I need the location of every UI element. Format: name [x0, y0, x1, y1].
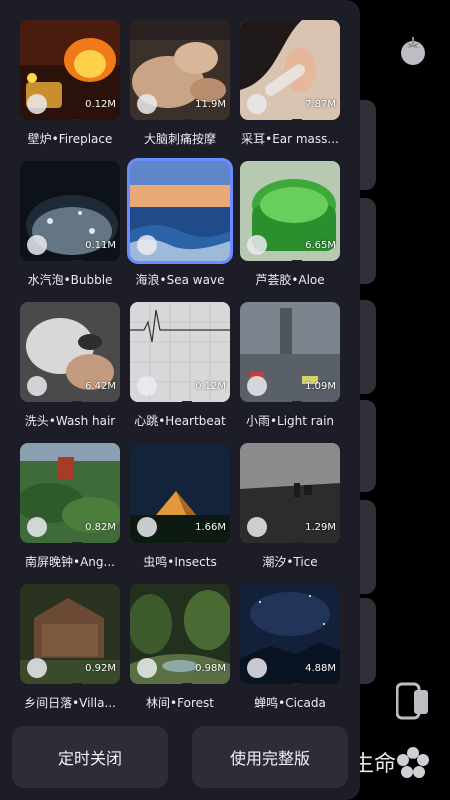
file-size: 1.29M: [305, 522, 336, 533]
file-size: 6.42M: [85, 381, 116, 392]
download-arrow-icon[interactable]: [27, 94, 82, 120]
sound-thumbnail[interactable]: 0.98M: [130, 584, 230, 684]
download-arrow-icon[interactable]: [137, 94, 192, 120]
sound-picker-panel: 0.12M 壁炉•Fireplace 11.9M 大脑刺痛按摩 7.87M 采耳•Ea…: [0, 0, 360, 800]
download-arrow-icon[interactable]: [27, 658, 82, 684]
download-arrow-icon[interactable]: [247, 517, 302, 543]
sound-label: 洗头•Wash hair: [24, 414, 116, 428]
timer-off-button[interactable]: 定时关闭: [12, 726, 168, 788]
file-size: 11.9M: [195, 99, 226, 110]
sound-label: 乡间日落•Villa...: [24, 696, 116, 710]
sound-label: 小雨•Light rain: [245, 414, 335, 428]
sound-thumbnail[interactable]: 1.29M: [240, 443, 340, 543]
file-size: 0.98M: [195, 663, 226, 674]
file-size: 4.88M: [305, 663, 336, 674]
sound-label: 海浪•Sea wave: [135, 273, 225, 287]
sound-label: 南屏晚钟•Ang...: [25, 555, 115, 569]
sound-thumbnail[interactable]: [130, 161, 230, 261]
download-arrow-icon[interactable]: [137, 658, 192, 684]
sound-label: 芦荟胶•Aloe: [255, 273, 325, 287]
file-size: 0.92M: [85, 663, 116, 674]
file-size: 0.82M: [85, 522, 116, 533]
file-size: 1.09M: [305, 381, 336, 392]
file-size: 0.11M: [85, 240, 116, 251]
file-size: 7.87M: [305, 99, 336, 110]
file-size: 0.12M: [85, 99, 116, 110]
sound-label: 潮汐•Tice: [262, 555, 318, 569]
download-arrow-icon[interactable]: [27, 235, 82, 261]
sound-label: 大脑刺痛按摩: [143, 132, 216, 146]
tomato-icon[interactable]: [396, 34, 430, 66]
sound-label: 蝉鸣•Cicada: [254, 696, 326, 710]
download-arrow-icon[interactable]: [27, 376, 82, 402]
download-arrow-icon[interactable]: [137, 376, 192, 402]
sound-thumbnail[interactable]: 1.09M: [240, 302, 340, 402]
download-arrow-icon[interactable]: [27, 517, 82, 543]
sound-thumbnail[interactable]: 4.88M: [240, 584, 340, 684]
full-version-button[interactable]: 使用完整版: [192, 726, 348, 788]
file-size: 1.66M: [195, 522, 226, 533]
download-arrow-icon[interactable]: [247, 235, 302, 261]
pause-icon[interactable]: [137, 235, 157, 255]
sound-label: 水汽泡•Bubble: [27, 273, 113, 287]
sound-label: 心跳•Heartbeat: [134, 414, 226, 428]
download-arrow-icon[interactable]: [247, 94, 302, 120]
sound-thumbnail[interactable]: 0.82M: [20, 443, 120, 543]
sound-label: 采耳•Ear mass...: [241, 132, 339, 146]
download-arrow-icon[interactable]: [247, 658, 302, 684]
sound-thumbnail[interactable]: 6.65M: [240, 161, 340, 261]
sound-thumbnail[interactable]: 11.9M: [130, 20, 230, 120]
sound-thumbnail[interactable]: 0.12M: [20, 20, 120, 120]
file-size: 6.65M: [305, 240, 336, 251]
sound-thumbnail[interactable]: 6.42M: [20, 302, 120, 402]
file-size: 0.12M: [195, 381, 226, 392]
download-arrow-icon[interactable]: [137, 517, 192, 543]
flower-gear-icon[interactable]: [396, 746, 430, 780]
sound-thumbnail[interactable]: 1.66M: [130, 443, 230, 543]
sound-thumbnail[interactable]: 0.92M: [20, 584, 120, 684]
sound-thumbnail[interactable]: 7.87M: [240, 20, 340, 120]
phone-icon[interactable]: [395, 682, 430, 720]
sound-label: 虫鸣•Insects: [143, 555, 217, 569]
sound-thumbnail[interactable]: 0.12M: [130, 302, 230, 402]
sound-label: 林间•Forest: [146, 696, 214, 710]
sound-thumbnail[interactable]: 0.11M: [20, 161, 120, 261]
sound-label: 壁炉•Fireplace: [27, 132, 113, 146]
download-arrow-icon[interactable]: [247, 376, 302, 402]
